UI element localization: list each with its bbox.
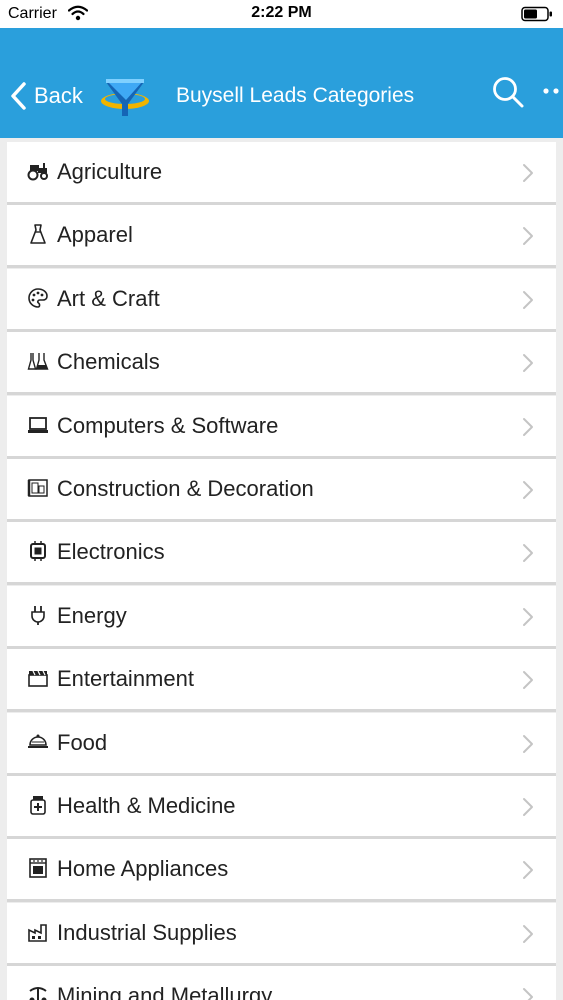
- category-item-computers-software[interactable]: Computers & Software: [7, 395, 556, 459]
- chevron-right-icon: [523, 290, 533, 309]
- back-label: Back: [34, 83, 83, 108]
- app-screen: Carrier 2:22 PM Back Buysell Leads Categ…: [0, 0, 563, 1000]
- category-label: Agriculture: [57, 159, 163, 184]
- battery-icon: [521, 6, 552, 22]
- dress-icon: [30, 224, 46, 245]
- tractor-icon: [27, 163, 48, 181]
- mining-icon: [29, 987, 47, 1000]
- chevron-right-icon: [523, 354, 533, 373]
- chevron-right-icon: [523, 544, 533, 563]
- category-label: Industrial Supplies: [57, 919, 237, 945]
- navigation-bar: Back Buysell Leads Categories: [0, 28, 563, 138]
- chevron-right-icon: [523, 607, 533, 626]
- chevron-left-icon: [11, 82, 26, 110]
- category-item-health-medicine[interactable]: Health & Medicine: [7, 775, 556, 839]
- category-item-agriculture[interactable]: Agriculture: [7, 142, 556, 205]
- search-icon[interactable]: [491, 75, 525, 109]
- chevron-right-icon: [523, 924, 533, 943]
- clapperboard-icon: [28, 670, 48, 687]
- status-bar: Carrier 2:22 PM: [0, 0, 563, 28]
- laptop-icon: [28, 416, 48, 433]
- blueprint-icon: [27, 479, 48, 497]
- category-label: Mining and Metallurgy: [57, 983, 273, 1000]
- category-item-entertainment[interactable]: Entertainment: [7, 649, 556, 713]
- more-icon[interactable]: [540, 84, 562, 98]
- chip-icon: [30, 541, 46, 562]
- category-label: Computers & Software: [57, 412, 279, 438]
- chevron-right-icon: [523, 988, 533, 1000]
- category-item-mining-and-metallurgy[interactable]: Mining and Metallurgy: [7, 966, 556, 1000]
- category-item-industrial-supplies[interactable]: Industrial Supplies: [7, 902, 556, 966]
- chevron-right-icon: [523, 480, 533, 499]
- page-title: Buysell Leads Categories: [176, 84, 415, 107]
- category-label: Energy: [57, 602, 127, 628]
- category-label: Home Appliances: [57, 856, 229, 882]
- category-label: Construction & Decoration: [57, 475, 314, 501]
- plug-icon: [31, 605, 45, 625]
- category-list: Agriculture Apparel Art & Craft Chemicals Co…: [0, 142, 563, 1000]
- category-label: Electronics: [57, 539, 165, 565]
- category-label: Entertainment: [57, 666, 194, 692]
- app-logo: [101, 79, 149, 116]
- category-item-apparel[interactable]: Apparel: [7, 205, 556, 269]
- category-item-chemicals[interactable]: Chemicals: [7, 332, 556, 396]
- category-item-construction-decoration[interactable]: Construction & Decoration: [7, 458, 556, 522]
- chevron-right-icon: [523, 734, 533, 753]
- category-label: Apparel: [57, 222, 133, 248]
- chevron-right-icon: [523, 164, 533, 182]
- oven-icon: [29, 858, 47, 879]
- category-item-electronics[interactable]: Electronics: [7, 522, 556, 586]
- chevron-right-icon: [523, 861, 533, 880]
- factory-icon: [28, 923, 47, 942]
- food-platter-icon: [28, 734, 48, 748]
- category-item-art-craft[interactable]: Art & Craft: [7, 268, 556, 332]
- flask-icon: [27, 353, 49, 370]
- category-item-home-appliances[interactable]: Home Appliances: [7, 839, 556, 903]
- status-time: 2:22 PM: [251, 4, 312, 21]
- category-label: Food: [57, 729, 108, 755]
- category-label: Health & Medicine: [57, 792, 236, 818]
- back-button[interactable]: Back: [8, 76, 83, 116]
- palette-icon: [28, 287, 48, 308]
- chevron-right-icon: [523, 417, 533, 436]
- category-label: Chemicals: [57, 349, 160, 375]
- chevron-right-icon: [523, 671, 533, 690]
- category-label: Art & Craft: [57, 285, 160, 311]
- category-item-energy[interactable]: Energy: [7, 585, 556, 649]
- chevron-right-icon: [523, 227, 533, 246]
- medicine-bottle-icon: [30, 795, 46, 815]
- category-item-food[interactable]: Food: [7, 712, 556, 776]
- chevron-right-icon: [523, 797, 533, 816]
